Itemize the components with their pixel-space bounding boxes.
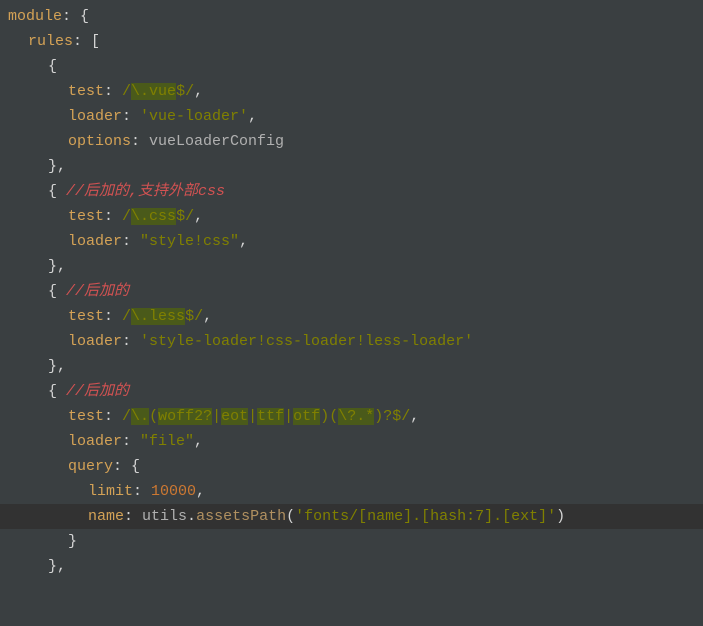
code-line: { //后加的: [0, 279, 703, 304]
code-line: },: [0, 254, 703, 279]
code-editor[interactable]: module: { rules: [ { test: /\.vue$/, loa…: [0, 4, 703, 579]
code-line: { //后加的: [0, 379, 703, 404]
code-line: test: /\.vue$/,: [0, 79, 703, 104]
code-line: loader: "style!css",: [0, 229, 703, 254]
code-line: },: [0, 554, 703, 579]
code-line: },: [0, 154, 703, 179]
code-line: test: /\.(woff2?|eot|ttf|otf)(\?.*)?$/,: [0, 404, 703, 429]
code-line-highlighted: name: utils.assetsPath('fonts/[name].[ha…: [0, 504, 703, 529]
code-line: module: {: [0, 4, 703, 29]
code-line: rules: [: [0, 29, 703, 54]
code-line: limit: 10000,: [0, 479, 703, 504]
code-line: loader: 'style-loader!css-loader!less-lo…: [0, 329, 703, 354]
code-line: options: vueLoaderConfig: [0, 129, 703, 154]
code-line: {: [0, 54, 703, 79]
code-line: loader: "file",: [0, 429, 703, 454]
code-line: test: /\.less$/,: [0, 304, 703, 329]
code-line: }: [0, 529, 703, 554]
code-line: },: [0, 354, 703, 379]
code-line: test: /\.css$/,: [0, 204, 703, 229]
code-line: loader: 'vue-loader',: [0, 104, 703, 129]
code-line: query: {: [0, 454, 703, 479]
code-line: { //后加的,支持外部css: [0, 179, 703, 204]
